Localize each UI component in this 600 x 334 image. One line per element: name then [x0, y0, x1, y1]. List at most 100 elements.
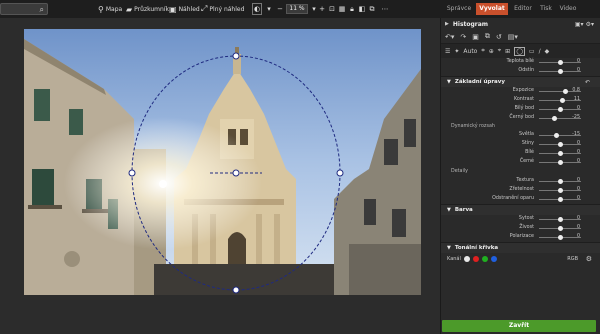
channel-selector: Kanál RGB ⚙ [441, 253, 600, 265]
tab-vyvolat[interactable]: Vyvolat [476, 3, 508, 15]
slider-label: Bílé [525, 150, 534, 155]
lock-icon[interactable]: 🔒︎ [348, 3, 356, 15]
zoom-in-button[interactable]: + [318, 3, 326, 15]
slider-knob[interactable] [557, 235, 563, 240]
slider-value[interactable]: 0 [566, 178, 580, 183]
folder-icon: ▰ [126, 4, 133, 14]
reset-section-icon[interactable]: ↶ [585, 79, 590, 86]
zakladni-upravy-header[interactable]: ▼ Základní úpravy ↶ [441, 76, 600, 87]
nahled-button[interactable]: ▣ Náhled [169, 3, 200, 15]
slider-value[interactable]: 0 [566, 106, 580, 111]
slider-label: Polarizace [509, 234, 534, 239]
reset-icon[interactable]: ↺ [496, 33, 502, 41]
slider-knob[interactable] [557, 160, 563, 165]
tab-video[interactable]: Video [558, 3, 578, 15]
slider-value[interactable]: -15 [566, 132, 580, 137]
photo-preview[interactable] [24, 29, 421, 295]
slider-knob[interactable] [557, 179, 563, 184]
slider-value[interactable]: 0 [566, 150, 580, 155]
channel-red-dot[interactable] [472, 256, 479, 262]
map-pin-icon: ⚲ [98, 4, 104, 14]
slider-row: Sytost 0 [441, 215, 600, 224]
slider-knob[interactable] [557, 142, 563, 147]
gradient-filter-icon[interactable]: ▭ [529, 48, 535, 55]
redo-icon[interactable]: ↷ [460, 33, 466, 41]
channel-rgb-dot[interactable] [463, 256, 470, 262]
clone-icon[interactable]: ⊕ [489, 48, 494, 55]
menu-icon[interactable]: ☰ [445, 48, 450, 55]
slider-value[interactable]: 0 [566, 225, 580, 230]
grid-icon[interactable]: ▦ [338, 3, 346, 15]
slider-knob[interactable] [557, 60, 563, 65]
slider-knob[interactable] [557, 197, 563, 202]
zakladni-title: Základní úpravy [454, 79, 505, 85]
slider-value[interactable]: 0 [566, 196, 580, 201]
slider-label: Bílý bod [514, 106, 534, 111]
tab-tisk[interactable]: Tisk [538, 3, 554, 15]
crop-icon[interactable]: ⌗ [481, 47, 484, 55]
slider-label: Teplota bílé [506, 59, 534, 64]
perspective-icon[interactable]: ⊞ [505, 48, 510, 55]
channel-green-dot[interactable] [481, 256, 488, 262]
histogram-header[interactable]: ▶ Histogram ▣▾ ⚙▾ [441, 18, 600, 30]
close-button[interactable]: Zavřít [442, 320, 596, 332]
plny-nahled-button[interactable]: ⤢ Plný náhled [201, 3, 244, 15]
develop-panel: ▶ Histogram ▣▾ ⚙▾ ↶▾ ↷ ▣ ⧉ ↺ ▤▾ ☰ ✦ Auto… [440, 18, 600, 334]
fit-view-icon[interactable]: ⊡ [328, 3, 336, 15]
paste-settings-icon[interactable]: ⧉ [485, 32, 490, 41]
slider-value[interactable]: 0 [566, 159, 580, 164]
compare-icon[interactable]: ⧉ [368, 3, 376, 15]
slider-knob[interactable] [557, 217, 563, 222]
slider-knob[interactable] [557, 188, 563, 193]
slider-knob[interactable] [557, 107, 563, 112]
tonalni-krivka-header[interactable]: ▼ Tonální křivka [441, 242, 600, 253]
barva-header[interactable]: ▼ Barva [441, 204, 600, 215]
slider-knob[interactable] [557, 151, 563, 156]
channel-blue-dot[interactable] [490, 256, 497, 262]
slider-value[interactable]: 0 [566, 234, 580, 239]
slider-value[interactable]: 0 [566, 187, 580, 192]
slider-knob[interactable] [552, 116, 558, 121]
auto-wand-icon[interactable]: ✦ [454, 48, 459, 55]
transform-icon[interactable]: ⌖ [498, 47, 501, 55]
slider-knob[interactable] [560, 98, 566, 103]
slider-value[interactable]: 0 [566, 68, 580, 73]
tab-editor[interactable]: Editor [512, 3, 534, 15]
module-tabs: Správce Vyvolat Editor Tisk Video [442, 0, 600, 18]
pruzkumnik-button[interactable]: ▰ Průzkumník [126, 3, 169, 15]
slider-value[interactable]: 0 [566, 141, 580, 146]
zoom-out-button[interactable]: − [276, 3, 284, 15]
undo-icon[interactable]: ↶▾ [445, 33, 454, 41]
brush-icon[interactable]: ∕ [539, 48, 541, 55]
histogram-options-icon[interactable]: ▣▾ ⚙▾ [575, 21, 594, 28]
slider-knob[interactable] [554, 133, 560, 138]
slider-knob[interactable] [557, 69, 563, 74]
search-input[interactable]: ⌕ [0, 3, 48, 15]
slider-value[interactable]: 0 [566, 216, 580, 221]
slider-row: Expozice 0.8 [441, 87, 600, 96]
rgb-label: RGB [567, 256, 578, 262]
tonalni-title: Tonální křivka [454, 245, 499, 251]
slider-value[interactable]: 0 [566, 59, 580, 64]
mapa-button[interactable]: ⚲ Mapa [98, 3, 122, 15]
eraser-icon[interactable]: ◆ [545, 48, 550, 55]
preset-icon[interactable]: ▤▾ [508, 33, 518, 41]
split-view-icon[interactable]: ◧ [358, 3, 366, 15]
slider-knob[interactable] [557, 226, 563, 231]
copy-settings-icon[interactable]: ▣ [472, 33, 479, 41]
zoom-dropdown-button[interactable]: ▾ [310, 3, 318, 15]
zoom-field[interactable]: 11 % [286, 4, 308, 14]
slider-value[interactable]: 0.8 [566, 88, 580, 93]
view-dropdown-button[interactable]: ▾ [265, 3, 273, 15]
gear-icon[interactable]: ⚙ [586, 255, 592, 263]
tab-spravce[interactable]: Správce [446, 3, 472, 15]
exposure-toggle-button[interactable]: ◐ [252, 3, 262, 15]
slider-value[interactable]: -25 [566, 115, 580, 120]
histogram-title: Histogram [452, 20, 489, 28]
slider-value[interactable]: 11 [566, 97, 580, 102]
slider-row: Světla -15 [441, 131, 600, 140]
radial-filter-icon[interactable]: ◯ [514, 46, 525, 56]
auto-label[interactable]: Auto [463, 48, 477, 55]
more-icon[interactable]: ⋯ [380, 3, 390, 15]
image-canvas[interactable] [0, 18, 440, 334]
